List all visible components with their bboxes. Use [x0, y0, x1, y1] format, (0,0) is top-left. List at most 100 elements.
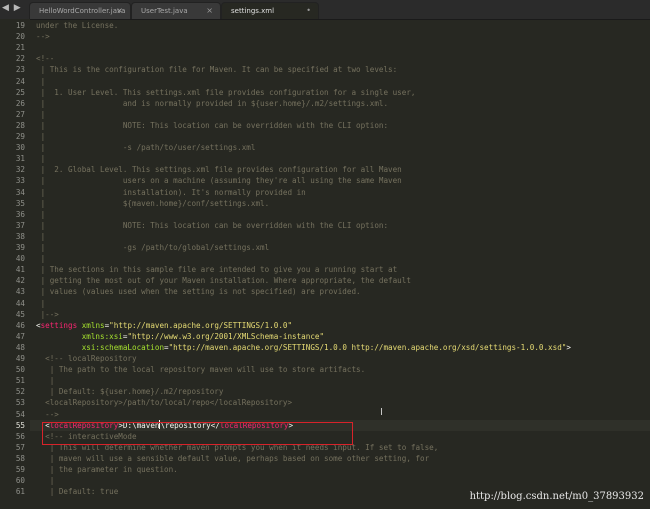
code-line[interactable]: <settings xmlns="http://maven.apache.org…	[36, 320, 292, 331]
code-line[interactable]: under the License.	[36, 20, 118, 31]
code-token: <!-- localRepository	[36, 354, 137, 363]
code-token: | getting the most out of your Maven ins…	[36, 276, 411, 286]
code-line[interactable]: <!--	[36, 53, 54, 64]
line-number: 28	[15, 120, 25, 130]
code-token: |	[36, 476, 55, 486]
code-line[interactable]: | -s /path/to/user/settings.xml	[36, 142, 256, 153]
code-token: | This will determine whether maven prom…	[36, 442, 439, 452]
code-line[interactable]: | This will determine whether maven prom…	[36, 442, 439, 453]
unsaved-dot-icon[interactable]: •	[306, 3, 311, 19]
close-icon[interactable]: ×	[206, 3, 213, 19]
code-line[interactable]: | and is normally provided in ${user.hom…	[36, 98, 388, 109]
code-line[interactable]: | 1. User Level. This settings.xml file …	[36, 87, 416, 98]
line-number: 30	[15, 143, 25, 153]
tab-label: HelloWordController.java	[39, 7, 126, 15]
code-token: >	[288, 420, 294, 430]
watermark: http://blog.csdn.net/m0_37893932	[469, 491, 644, 502]
code-line[interactable]: xmlns:xsi="http://www.w3.org/2001/XMLSch…	[36, 331, 324, 342]
code-editor[interactable]: 19 20 21 22 23 24 25 26 27 28 29 30 31 32 33 34 35 36 37 38…	[0, 19, 650, 509]
code-line[interactable]: |	[36, 253, 46, 264]
code-line[interactable]: | values (values used when the setting i…	[36, 286, 361, 297]
line-number: 26	[15, 98, 25, 108]
line-number: 57	[15, 442, 25, 452]
code-line[interactable]: | NOTE: This location can be overridden …	[36, 120, 388, 131]
code-token: | The path to the local repository maven…	[36, 365, 366, 375]
code-token: | values (values used when the setting i…	[36, 287, 361, 297]
code-line[interactable]: -->	[36, 31, 50, 42]
code-token: |	[36, 298, 46, 308]
code-line[interactable]: |	[36, 76, 46, 87]
code-line[interactable]: | the parameter in question.	[36, 464, 178, 475]
code-line[interactable]: | maven will use a sensible default valu…	[36, 453, 429, 464]
line-number: 33	[15, 176, 25, 186]
code-line[interactable]: | ${maven.home}/conf/settings.xml.	[36, 198, 270, 209]
code-line[interactable]: |	[36, 375, 55, 386]
code-token: |	[36, 254, 46, 264]
code-line[interactable]: |	[36, 131, 46, 142]
line-number: 29	[15, 132, 25, 141]
close-icon[interactable]: ×	[116, 3, 123, 19]
line-number: 45	[15, 309, 25, 319]
line-number: 40	[15, 254, 25, 264]
code-line[interactable]: <localRepository>D:\maven\repository</lo…	[36, 419, 294, 431]
line-number: 39	[15, 243, 25, 252]
code-line[interactable]: | -gs /path/to/global/settings.xml	[36, 242, 270, 253]
code-line[interactable]: | 2. Global Level. This settings.xml fil…	[36, 164, 402, 175]
code-line[interactable]: -->	[36, 409, 59, 420]
line-number: 54	[15, 409, 25, 419]
code-token: | -s /path/to/user/settings.xml	[36, 143, 256, 153]
code-line[interactable]: <!-- localRepository	[36, 353, 137, 364]
tab-nav-arrows[interactable]: ◀ ▶	[2, 3, 22, 13]
code-line[interactable]: | This is the configuration file for Mav…	[36, 64, 398, 75]
code-token: under the License.	[36, 21, 119, 30]
code-line[interactable]: |	[36, 475, 55, 486]
code-line[interactable]: | Default: true	[36, 486, 119, 497]
code-line[interactable]: |	[36, 298, 46, 309]
code-token: | maven will use a sensible default valu…	[36, 453, 430, 463]
line-number: 27	[15, 109, 25, 119]
code-token: </	[210, 420, 220, 430]
code-token: xmlns	[81, 320, 105, 330]
line-number: 59	[15, 465, 25, 474]
line-number: 32	[15, 165, 25, 175]
code-area[interactable]: under the License. --> <!-- | This is the …	[36, 19, 650, 509]
code-token: "http://maven.apache.org/SETTINGS/1.0.0 …	[168, 342, 567, 352]
tab-hellowordcontroller[interactable]: HelloWordController.java ×	[29, 2, 131, 19]
code-token: | installation). It's normally provided …	[36, 187, 306, 197]
code-line[interactable]: |	[36, 109, 46, 120]
code-token: |	[36, 109, 46, 119]
code-line[interactable]: |	[36, 231, 46, 242]
code-token: | 1. User Level. This settings.xml file …	[36, 87, 416, 97]
code-line[interactable]: | The sections in this sample file are i…	[36, 264, 398, 275]
code-line[interactable]: | installation). It's normally provided …	[36, 187, 306, 198]
line-number: 21	[15, 43, 25, 53]
code-line[interactable]: |-->	[36, 309, 59, 320]
line-number-gutter: 19 20 21 22 23 24 25 26 27 28 29 30 31 32 33 34 35 36 37 38…	[0, 19, 30, 509]
line-number: 61	[15, 487, 25, 497]
line-number: 35	[15, 198, 25, 208]
code-token: localRepository	[49, 420, 119, 430]
line-number: 38	[15, 231, 25, 241]
code-line[interactable]: <localRepository>/path/to/local/repo</lo…	[36, 397, 292, 408]
code-token: <!-- interactiveMode	[36, 431, 137, 441]
tab-label: settings.xml	[231, 7, 275, 15]
code-token: |	[36, 209, 46, 219]
code-token: | Default: true	[36, 487, 119, 497]
code-line[interactable]: | Default: ${user.home}/.m2/repository	[36, 386, 224, 397]
tab-usertest[interactable]: UserTest.java ×	[131, 2, 221, 19]
code-line[interactable]: <!-- interactiveMode	[36, 431, 137, 442]
tab-settings-xml[interactable]: settings.xml •	[221, 2, 319, 19]
code-line[interactable]: | getting the most out of your Maven ins…	[36, 275, 411, 286]
line-number: 36	[15, 209, 25, 219]
code-token: -->	[36, 32, 50, 42]
code-line[interactable]: | The path to the local repository maven…	[36, 364, 365, 375]
line-number: 53	[15, 398, 25, 408]
line-number: 49	[15, 354, 25, 363]
code-line[interactable]: xsi:schemaLocation="http://maven.apache.…	[36, 342, 571, 353]
code-line[interactable]: | users on a machine (assuming they're a…	[36, 175, 402, 186]
code-line[interactable]: | NOTE: This location can be overridden …	[36, 220, 388, 231]
tab-bar: ◀ ▶ HelloWordController.java × UserTest.…	[0, 0, 650, 20]
code-line[interactable]: |	[36, 153, 46, 164]
code-token: |	[36, 76, 46, 86]
code-line[interactable]: |	[36, 209, 46, 220]
